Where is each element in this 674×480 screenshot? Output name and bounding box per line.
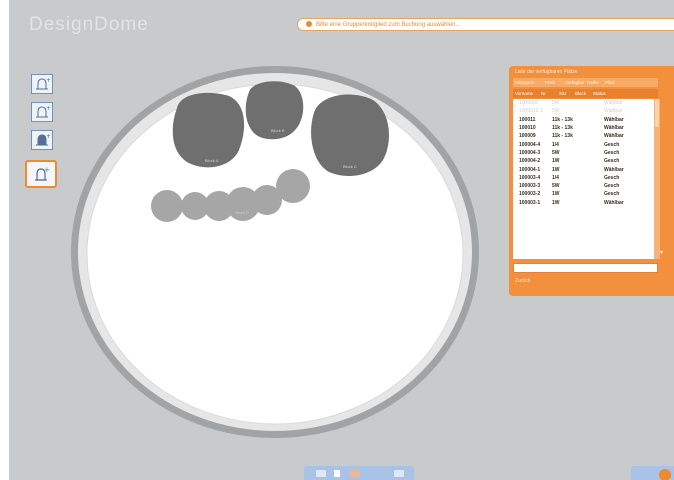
list-item[interactable]: 100004-2 1W Gesch bbox=[513, 157, 654, 165]
cell-status: Gesch bbox=[604, 183, 620, 190]
cell-id: 100003-4 bbox=[519, 174, 541, 181]
filter-column[interactable]: Kategorie bbox=[515, 78, 543, 87]
cell-id: 1000001 bbox=[519, 100, 539, 107]
cell-status: Wählbar bbox=[604, 125, 624, 132]
cell-status: Gesch bbox=[604, 174, 620, 181]
cell-seats: 11k - 13k bbox=[552, 133, 573, 140]
cell-status: Gesch bbox=[604, 191, 620, 198]
panel-search-input[interactable] bbox=[513, 263, 658, 273]
cell-status: Gesch bbox=[604, 141, 620, 148]
list-item[interactable]: 100003-1 1W Wählbar bbox=[513, 199, 654, 207]
list-item[interactable]: 1000012 1 5W Wählbar bbox=[513, 107, 654, 115]
cell-status: Wählbar bbox=[604, 108, 623, 115]
column-header[interactable]: Nr. bbox=[541, 89, 557, 98]
cell-seats: 11k - 13k bbox=[552, 125, 573, 132]
seat-list-scrollbar[interactable] bbox=[654, 99, 660, 259]
filter-column[interactable]: Verfügbar bbox=[565, 78, 585, 87]
cell-id: 100003-1 bbox=[519, 199, 541, 206]
seat-block-b-label: Block B bbox=[271, 128, 285, 133]
cell-seats: 1W bbox=[552, 191, 560, 198]
cell-seats: 5W bbox=[552, 183, 560, 190]
bottom-toolbar bbox=[304, 466, 414, 480]
app-frame: DesignDome Bitte eine Gruppenmitglied zu… bbox=[9, 0, 674, 480]
available-seats-panel: Liste der verfügbaren Plätze Kategorie P… bbox=[509, 66, 674, 296]
seat-list[interactable]: 1000001 5W Wählbar 1000012 1 5W Wählbar 100011… bbox=[513, 99, 654, 259]
reset-view-button[interactable] bbox=[350, 470, 360, 477]
cell-id: 100010 bbox=[519, 125, 536, 132]
cell-status: Wählbar bbox=[604, 133, 624, 140]
seat-block-d-label: Block D bbox=[235, 210, 249, 215]
cell-seats: 1/4 bbox=[552, 174, 559, 181]
list-item[interactable]: 100003-3 5W Gesch bbox=[513, 182, 654, 190]
list-item[interactable]: 100004-4 1/4 Gesch bbox=[513, 140, 654, 148]
list-item[interactable]: 100009 11k - 13k Wählbar bbox=[513, 132, 654, 140]
cell-id: 100011 bbox=[519, 116, 536, 123]
panel-title: Liste der verfügbaren Plätze bbox=[515, 69, 578, 75]
cell-id: 100004-4 bbox=[519, 141, 541, 148]
cell-seats: 1/4 bbox=[552, 141, 559, 148]
filter-column[interactable]: Platz bbox=[605, 78, 623, 87]
scrollbar-thumb[interactable] bbox=[655, 99, 659, 127]
cell-id: 1000012 1 bbox=[519, 108, 543, 115]
cell-seats: 1W bbox=[552, 158, 560, 165]
cell-id: 100003-3 bbox=[519, 183, 541, 190]
list-item[interactable]: 100010 11k - 13k Wählbar bbox=[513, 124, 654, 132]
column-header[interactable]: Vorname bbox=[515, 89, 539, 98]
cell-status: Wählbar bbox=[604, 199, 624, 206]
panel-back-link[interactable]: Zurück bbox=[515, 278, 530, 284]
list-item[interactable]: 100011 11k - 13k Wählbar bbox=[513, 116, 654, 124]
list-item[interactable]: 1000001 5W Wählbar bbox=[513, 99, 654, 107]
panel-table-header: Vorname Nr. Sitz Block Status bbox=[513, 89, 658, 98]
cell-id: 100009 bbox=[519, 133, 536, 140]
filter-column[interactable]: Preis bbox=[545, 78, 563, 87]
cell-seats: 11k - 13k bbox=[552, 116, 573, 123]
cell-id: 100004-1 bbox=[519, 166, 541, 173]
cell-status: Wählbar bbox=[604, 116, 624, 123]
cell-id: 100004-2 bbox=[519, 158, 541, 165]
cell-seats: 1W bbox=[552, 199, 560, 206]
seat-block-c-label: Block C bbox=[343, 164, 357, 169]
scroll-down-icon[interactable]: ▾ bbox=[660, 249, 663, 256]
cell-seats: 1W bbox=[552, 166, 560, 173]
plan-top-label: Bühne bbox=[269, 66, 281, 71]
column-header[interactable]: Status bbox=[593, 89, 613, 98]
panel-filter-columns: Kategorie Preis Verfügbar Reihe Platz bbox=[513, 78, 658, 87]
column-header[interactable]: Block bbox=[575, 89, 591, 98]
cell-id: 100004-3 bbox=[519, 149, 541, 156]
cell-id: 100003-2 bbox=[519, 191, 541, 198]
list-item[interactable]: 100003-2 1W Gesch bbox=[513, 190, 654, 198]
column-header[interactable]: Sitz bbox=[559, 89, 573, 98]
seat-block-a-label: Block A bbox=[205, 158, 219, 163]
cell-status: Wählbar bbox=[604, 100, 623, 107]
seat-block-a[interactable] bbox=[172, 92, 245, 168]
cell-seats: 5W bbox=[552, 108, 560, 115]
corner-control bbox=[631, 466, 674, 480]
zoom-indicator bbox=[334, 470, 340, 477]
cell-status: Wählbar bbox=[604, 166, 624, 173]
zoom-in-button[interactable] bbox=[394, 470, 404, 477]
next-button[interactable] bbox=[659, 469, 671, 480]
cell-status: Gesch bbox=[604, 149, 620, 156]
list-item[interactable]: 100004-3 5W Gesch bbox=[513, 149, 654, 157]
list-item[interactable]: 100004-1 1W Wählbar bbox=[513, 165, 654, 173]
cell-seats: 5W bbox=[552, 100, 560, 107]
cell-status: Gesch bbox=[604, 158, 620, 165]
cell-seats: 5W bbox=[552, 149, 560, 156]
list-item[interactable]: 100003-4 1/4 Gesch bbox=[513, 174, 654, 182]
zoom-out-button[interactable] bbox=[316, 470, 326, 477]
filter-column[interactable]: Reihe bbox=[587, 78, 603, 87]
